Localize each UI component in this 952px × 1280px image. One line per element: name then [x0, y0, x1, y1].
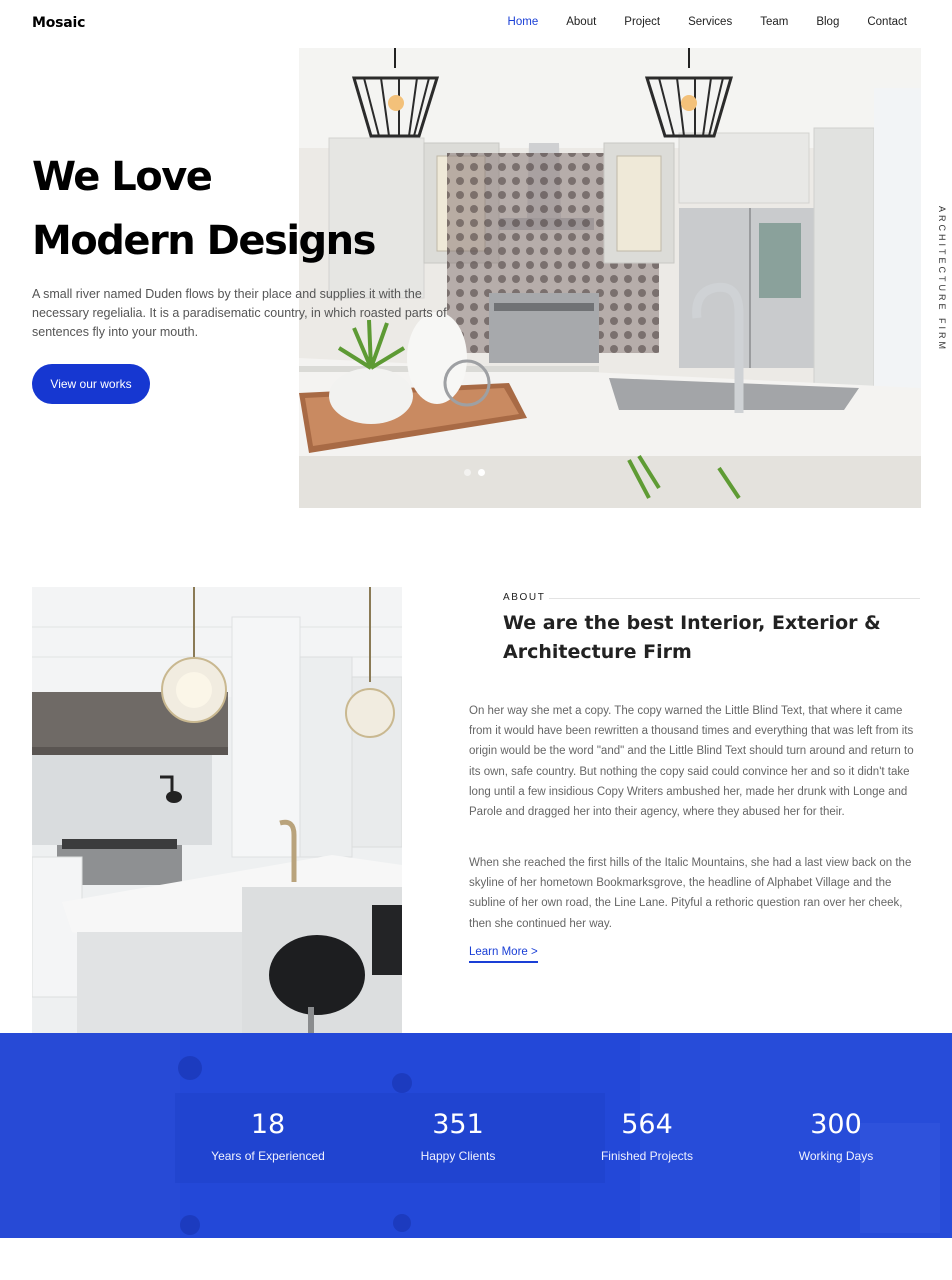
- nav-item-contact[interactable]: Contact: [867, 16, 907, 28]
- nav-item-blog[interactable]: Blog: [816, 16, 839, 28]
- stat-years: 18 Years of Experienced: [178, 1109, 358, 1163]
- top-navbar: Mosaic Home About Project Services Team …: [0, 0, 952, 46]
- about-paragraph-2: When she reached the first hills of the …: [469, 857, 912, 930]
- stat-number: 351: [432, 1109, 484, 1140]
- stat-label: Years of Experienced: [211, 1149, 325, 1163]
- site-logo[interactable]: Mosaic: [32, 15, 85, 31]
- about-label: ABOUT: [503, 592, 546, 603]
- hero-title: We Love Modern Designs: [32, 145, 376, 273]
- stat-number: 18: [250, 1109, 286, 1140]
- slider-dot-1[interactable]: [464, 469, 471, 476]
- stat-label: Finished Projects: [600, 1149, 694, 1163]
- stat-label: Happy Clients: [420, 1149, 496, 1163]
- view-works-button[interactable]: View our works: [32, 364, 150, 404]
- stat-days: 300 Working Days: [746, 1109, 926, 1163]
- nav-item-project[interactable]: Project: [624, 16, 660, 28]
- stat-number: 300: [810, 1109, 862, 1140]
- about-divider: [549, 598, 920, 599]
- stat-label: Working Days: [798, 1149, 874, 1163]
- stats-section: 18 Years of Experienced 351 Happy Client…: [0, 1033, 952, 1238]
- slider-dot-2[interactable]: [478, 469, 485, 476]
- stat-number: 564: [621, 1109, 673, 1140]
- stat-clients: 351 Happy Clients: [368, 1109, 548, 1163]
- about-heading: We are the best Interior, Exterior & Arc…: [503, 612, 881, 663]
- about-kitchen-image: [32, 587, 402, 1033]
- nav-item-team[interactable]: Team: [760, 16, 788, 28]
- nav-item-home[interactable]: Home: [508, 16, 539, 28]
- stat-projects: 564 Finished Projects: [557, 1109, 737, 1163]
- main-menu: Home About Project Services Team Blog Co…: [508, 16, 907, 28]
- hero-description: A small river named Duden flows by their…: [32, 287, 447, 339]
- slider-dots: [464, 469, 485, 476]
- about-paragraph-1: On her way she met a copy. The copy warn…: [469, 705, 914, 819]
- nav-item-about[interactable]: About: [566, 16, 596, 28]
- hero-kitchen-image: [299, 48, 921, 508]
- hero-title-line1: We Love: [32, 154, 213, 200]
- side-tagline: ARCHITECTURE FIRM: [937, 206, 947, 352]
- nav-item-services[interactable]: Services: [688, 16, 732, 28]
- learn-more-link[interactable]: Learn More >: [469, 946, 538, 963]
- hero-title-line2: Modern Designs: [32, 218, 376, 264]
